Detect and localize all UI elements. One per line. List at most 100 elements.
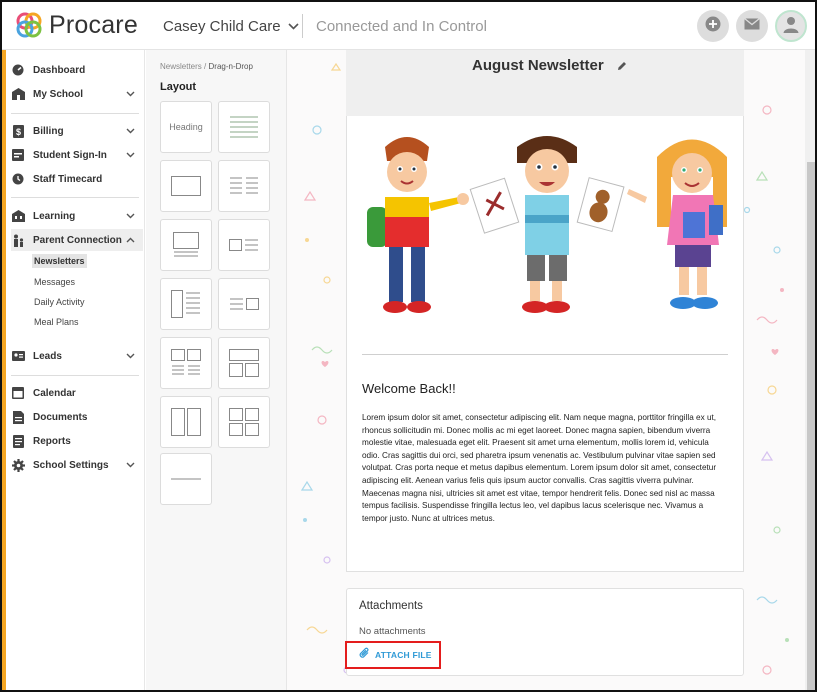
boy-with-cards-figure <box>469 136 625 313</box>
chevron-down-icon <box>126 460 135 470</box>
girl-with-book-figure <box>627 139 727 309</box>
sidebar-item-label: My School <box>33 88 84 100</box>
no-attachments-text: No attachments <box>359 626 426 637</box>
section-body-text: Lorem ipsum dolor sit amet, consectetur … <box>362 413 717 523</box>
layout-tile-heading[interactable]: Heading <box>160 101 212 153</box>
scrollbar-thumb[interactable] <box>807 162 815 690</box>
report-icon <box>11 434 25 448</box>
clock-icon <box>11 172 25 186</box>
attach-file-button[interactable]: ATTACH FILE <box>345 641 441 669</box>
breadcrumb-newsletters-link[interactable]: Newsletters <box>160 62 202 71</box>
chevron-down-icon <box>126 211 135 221</box>
sidebar-item-documents[interactable]: Documents <box>11 406 143 428</box>
sidebar-item-reports[interactable]: Reports <box>11 430 143 452</box>
layout-tile-banner-two-images[interactable] <box>218 337 270 389</box>
sidebar-item-learning[interactable]: Learning <box>11 205 143 227</box>
sidebar-subitem-daily-activity[interactable]: Daily Activity <box>32 295 87 309</box>
layout-tile-tall-image-text[interactable] <box>160 278 212 330</box>
procare-logo-icon <box>16 12 42 38</box>
svg-text:$: $ <box>15 127 20 137</box>
layout-panel-title: Layout <box>160 81 197 93</box>
layout-tile-four-images[interactable] <box>218 396 270 448</box>
sidebar-item-label: Learning <box>33 210 76 222</box>
sidebar-subitem-meal-plans[interactable]: Meal Plans <box>32 315 81 329</box>
sidebar-item-calendar[interactable]: Calendar <box>11 382 143 404</box>
breadcrumb-separator: / <box>204 62 207 71</box>
chevron-down-icon <box>126 351 135 361</box>
sidebar-divider <box>11 113 139 114</box>
sidebar-divider <box>11 197 139 198</box>
tagline: Connected and In Control <box>316 18 487 35</box>
calendar-check-icon <box>11 148 25 162</box>
layout-tile-two-text-columns[interactable] <box>218 160 270 212</box>
newsletter-title: August Newsletter <box>472 57 604 74</box>
layout-tile-image-left-text[interactable] <box>218 219 270 271</box>
sidebar-item-parent-connection[interactable]: Parent Connection <box>11 229 143 251</box>
sidebar-item-label: Reports <box>33 435 71 447</box>
layout-tile-image[interactable] <box>160 160 212 212</box>
document-icon <box>11 410 25 424</box>
sidebar-item-label: Documents <box>33 411 88 423</box>
layout-tile-two-tall-images[interactable] <box>160 396 212 448</box>
messages-button[interactable] <box>736 10 768 42</box>
four-images-icon <box>229 408 259 436</box>
breadcrumb-current: Drag-n-Drop <box>208 62 253 71</box>
mail-icon <box>744 17 760 35</box>
attach-file-label: ATTACH FILE <box>375 650 432 660</box>
sidebar-subitem-messages[interactable]: Messages <box>32 275 77 289</box>
sidebar-accent-bar <box>2 50 6 690</box>
sidebar-subitem-newsletters[interactable]: Newsletters <box>32 254 87 268</box>
school-icon <box>11 87 25 101</box>
procare-logo[interactable]: Procare <box>14 10 138 40</box>
layout-tile-two-images-text[interactable] <box>160 337 212 389</box>
two-images-text-icon <box>171 349 201 375</box>
sidebar-item-student-sign-in[interactable]: Student Sign-In <box>11 144 143 166</box>
family-icon <box>11 233 25 247</box>
plus-icon <box>705 16 721 37</box>
school-selector[interactable]: Casey Child Care <box>163 18 299 35</box>
dashboard-icon <box>11 63 25 77</box>
boy-with-backpack-figure <box>367 137 469 313</box>
sidebar-item-dashboard[interactable]: Dashboard <box>11 59 143 81</box>
tall-image-text-icon <box>171 290 200 318</box>
edit-pencil-icon[interactable] <box>616 59 628 77</box>
app-window: Procare Casey Child Care Connected and I… <box>0 0 817 692</box>
image-caption-icon <box>173 232 199 257</box>
header-divider <box>302 14 303 38</box>
divider-line-icon <box>171 478 201 480</box>
two-tall-images-icon <box>171 408 201 436</box>
layout-tile-heading-label: Heading <box>169 122 203 132</box>
chevron-down-icon <box>287 21 299 33</box>
learning-icon <box>11 209 25 223</box>
sidebar-item-billing[interactable]: $ Billing <box>11 120 143 142</box>
add-button[interactable] <box>697 10 729 42</box>
sidebar-item-staff-timecard[interactable]: Staff Timecard <box>11 168 143 190</box>
user-avatar-icon <box>782 15 800 38</box>
image-block-icon <box>171 176 201 196</box>
sidebar-item-label: Dashboard <box>33 64 86 76</box>
sidebar-item-label: Staff Timecard <box>33 173 103 185</box>
user-menu-button[interactable] <box>775 10 807 42</box>
two-column-text-icon <box>230 177 258 194</box>
layout-tile-image-caption[interactable] <box>160 219 212 271</box>
sidebar-item-my-school[interactable]: My School <box>11 83 143 105</box>
text-block-icon <box>230 116 258 138</box>
top-header: Procare Casey Child Care Connected and I… <box>2 2 815 50</box>
section-divider <box>362 354 728 355</box>
chevron-up-icon <box>126 235 135 245</box>
id-card-icon <box>11 349 25 363</box>
layout-tile-text-image-right[interactable] <box>218 278 270 330</box>
sidebar-item-label: School Settings <box>33 459 109 471</box>
sidebar-item-leads[interactable]: Leads <box>11 345 143 367</box>
sidebar-item-school-settings[interactable]: School Settings <box>11 454 143 476</box>
calendar-icon <box>11 386 25 400</box>
image-left-text-icon <box>229 239 258 251</box>
text-image-right-icon <box>230 298 259 310</box>
layout-tile-divider[interactable] <box>160 453 212 505</box>
attachments-title: Attachments <box>359 600 423 612</box>
chevron-down-icon <box>126 89 135 99</box>
sidebar-item-label: Student Sign-In <box>33 149 107 161</box>
brand-name: Procare <box>49 10 138 39</box>
banner-two-images-icon <box>229 349 259 377</box>
layout-tile-text[interactable] <box>218 101 270 153</box>
